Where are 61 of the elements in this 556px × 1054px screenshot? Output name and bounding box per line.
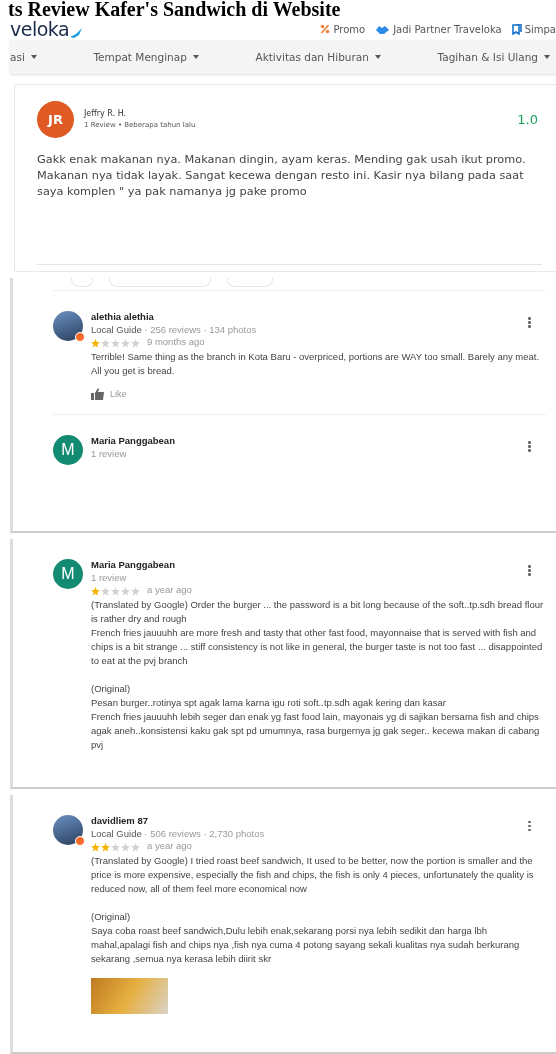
review-counts: 1 review [91, 448, 127, 460]
percent-icon [320, 24, 331, 34]
reviewer-name: davidliem 87 [91, 814, 150, 826]
review-score: 1.0 [517, 111, 538, 127]
review-text: French fries jauuuhh lebih seger dan enak yg fast food lain, mayonais yg di sajikan bersama fish and chips agak aneh..konsistensi kaku gak spt pd umumnya, rasa burgernya jg gak seger.. kecewa makan di cabang pvj [91, 710, 541, 753]
review-counts: · 256 reviews · 134 photos [144, 324, 257, 336]
star-icon [101, 339, 110, 349]
star-icon [131, 339, 140, 349]
caret-icon [30, 54, 37, 59]
star-icon [121, 339, 130, 349]
star-icon [111, 339, 120, 349]
nav-menu[interactable]: Tagihan & Isi Ulang [437, 50, 550, 63]
local-guide-label: Local Guide [91, 324, 143, 336]
star-icon [131, 587, 140, 597]
star-icon [121, 587, 130, 597]
nav-menu[interactable]: asi [10, 50, 37, 63]
reviewer-name: Maria Panggabean [91, 559, 175, 571]
header-link[interactable]: Simpa [511, 23, 556, 35]
logo[interactable]: veloka [10, 18, 70, 40]
star-icon [111, 587, 120, 597]
star-icon [91, 587, 100, 597]
caret-icon [374, 54, 381, 59]
avatar: JR [37, 100, 74, 138]
review-counts: · 506 reviews · 2,730 photos [144, 827, 265, 839]
review-text: Pesan burger..rotinya spt agak lama karna igu roti soft..tp.sdh agak kering dan kasar [91, 696, 447, 711]
nav-menu[interactable]: Aktivitas dan Hiburan [255, 50, 381, 63]
avatar: M [53, 559, 83, 590]
star-icon [101, 842, 110, 852]
caret-icon [192, 54, 199, 59]
review-text: (Translated by Google) Order the burger ... the password is a bit long because of the soft..tp.sdh bread flour is rather dry and rough [91, 598, 545, 627]
avatar-photo [53, 311, 83, 342]
caret-icon [544, 54, 550, 59]
star-icon [111, 842, 120, 852]
star-icon [121, 842, 130, 852]
review-time: 9 months ago [147, 336, 205, 348]
review-time: a year ago [147, 584, 192, 596]
star-icon [91, 842, 100, 852]
review-text: Gakk enak makanan nya. Makanan dingin, ayam keras. Mending gak usah ikut promo. Makanan nya tidak layak. Sangat kecewa dengan resto ini. Kasir nya bilang pada saat saya komplen " ya pak namanya jg pake promo [37, 151, 527, 200]
star-icon [91, 339, 100, 349]
review-text: French fries jauuuhh are more fresh and tasty that other fast food, mayonnaise that is served with fish and chips is a bit strange ... stiff consistency is not like in general, the burger taste is not too fast ... disappointed to eat at the pvj branch [91, 626, 544, 669]
page-title: ts Review Kafer's Sandwich di Website [7, 0, 342, 18]
avatar-photo [53, 814, 83, 845]
avatar: M [53, 435, 83, 466]
nav-menu[interactable]: Tempat Menginap [93, 50, 199, 63]
reviewer-name: alethia alethia [91, 311, 155, 323]
local-guide-label: Local Guide [91, 827, 143, 839]
review-counts: 1 review [91, 572, 127, 584]
reviewer-name: Jeffry R. H. [84, 109, 128, 119]
star-icon [131, 842, 140, 852]
review-text: (Original) [91, 682, 132, 697]
review-text: Terrible! Same thing as the branch in Kota Baru - overpriced, portions are WAY too small. Barely any meat. All you get is bread. [91, 350, 541, 379]
star-icon [101, 587, 110, 597]
review-text: (Translated by Google) I tried roast beef sandwich, It used to be better, now the portion is smaller and the price is more expensive, especially the fish and chips, the fish is only 4 pieces, unfortunately the quality is reduced now, all of them feel more economical now [91, 853, 535, 896]
review-text: Saya coba roast beef sandwich,Dulu lebih enak,sekarang porsi nya lebih sedikit dan harga lbh mahal,apalagi fish and chips nya ,fish nya cuma 4 potong sayang sekali kualitas nya sudah berkurang sekarang ,semua nya kerasa lebih diirit skr [91, 923, 521, 966]
bookmark-icon [511, 23, 522, 35]
review-time: a year ago [147, 839, 192, 851]
header-link[interactable]: Promo [320, 23, 366, 35]
header-link[interactable]: Jadi Partner Traveloka [375, 23, 502, 35]
review-text: (Original) [91, 909, 132, 924]
reviewer-name: Maria Panggabean [91, 435, 175, 447]
thumbs-up-icon [91, 388, 105, 401]
